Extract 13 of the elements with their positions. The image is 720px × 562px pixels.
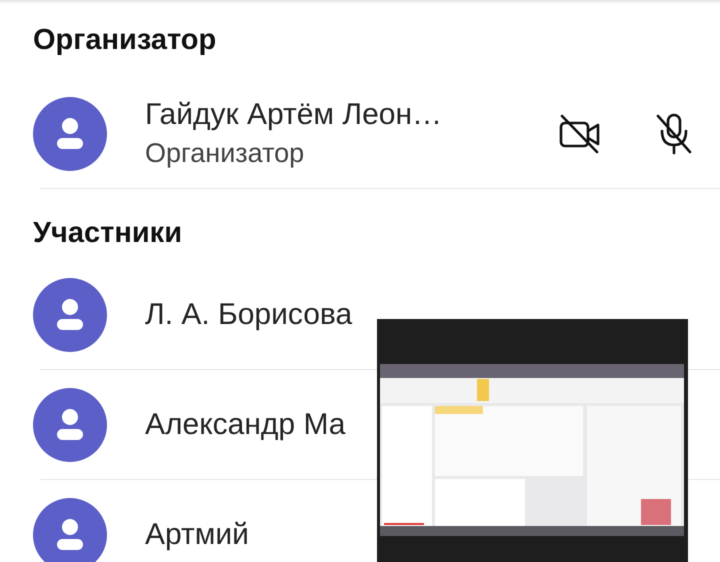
- avatar-icon: [33, 96, 107, 170]
- microphone-off-icon[interactable]: [654, 112, 694, 156]
- participant-name: Александр Ма: [145, 408, 346, 442]
- participant-role: Организатор: [145, 138, 304, 169]
- participant-name: Гайдук Артём Леон…: [145, 98, 442, 132]
- avatar-icon: [33, 388, 107, 462]
- participant-name: Л. А. Борисова: [145, 298, 352, 332]
- camera-off-icon[interactable]: [558, 114, 602, 154]
- participant-name: Артмий: [145, 518, 249, 552]
- section-heading: Участники: [32, 216, 184, 251]
- avatar-icon: [33, 278, 107, 352]
- section-heading: Организатор: [32, 23, 218, 58]
- avatar-icon: [33, 498, 107, 562]
